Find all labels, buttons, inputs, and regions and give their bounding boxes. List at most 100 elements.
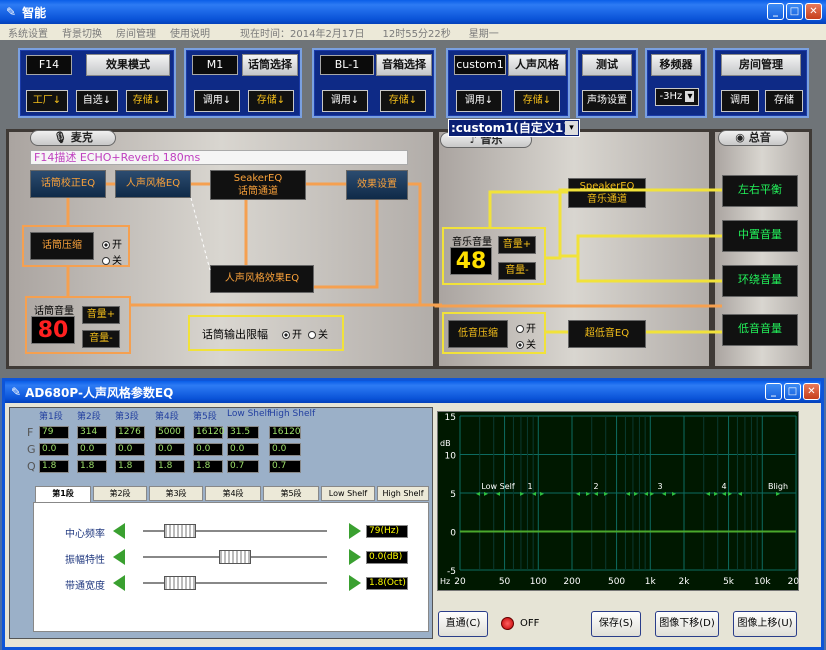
- param-g-field[interactable]: 0.0: [155, 443, 185, 456]
- mic-save-button[interactable]: 存储↓: [248, 90, 294, 112]
- param-q-field[interactable]: 1.8: [155, 460, 185, 473]
- tab-band-2[interactable]: 第2段: [93, 486, 147, 501]
- sound-field-button[interactable]: 声场设置: [582, 90, 632, 112]
- surround-volume-button[interactable]: 环绕音量: [722, 265, 798, 297]
- arrow-right-icon[interactable]: [349, 575, 361, 591]
- room-save-button[interactable]: 存储: [765, 90, 803, 112]
- arrow-left-icon[interactable]: [113, 549, 125, 565]
- bass-compressor-button[interactable]: 低音压缩: [448, 320, 508, 348]
- bypass-button[interactable]: 直通(C): [438, 611, 488, 637]
- band-marker-tick: ▸: [604, 489, 608, 498]
- param-g-field[interactable]: 0.0: [227, 443, 259, 456]
- dialog-minimize-button[interactable]: _: [765, 383, 782, 400]
- music-vol-up-button[interactable]: 音量+: [498, 236, 536, 254]
- voice-preset-dropdown[interactable]: :custom1(自定义1) ▾: [448, 119, 580, 137]
- slider-knob[interactable]: [163, 576, 196, 590]
- mic-channel-eq-button[interactable]: SeakerEQ 话筒通道: [210, 170, 306, 200]
- freq-shift-select[interactable]: -3Hz ▾: [655, 88, 699, 106]
- tab-band-1[interactable]: 第1段: [35, 486, 91, 502]
- bass-volume-button[interactable]: 低音音量: [722, 314, 798, 346]
- param-f-field[interactable]: 79: [39, 426, 69, 439]
- param-q-field[interactable]: 0.7: [269, 460, 301, 473]
- param-q-field[interactable]: 1.8: [39, 460, 69, 473]
- limit-off-label: 关: [318, 330, 328, 341]
- voice-style-eq-button[interactable]: 人声风格EQ: [115, 170, 191, 198]
- image-up-button[interactable]: 图像上移(U): [733, 611, 797, 637]
- dialog-close-button[interactable]: ✕: [803, 383, 820, 400]
- slider-label: 振幅特性: [65, 555, 105, 566]
- mic-vol-down-button[interactable]: 音量-: [82, 330, 120, 348]
- slider-knob[interactable]: [219, 550, 251, 564]
- effect-mode-box: F14 效果模式 工厂↓ 自选↓ 存储↓: [18, 48, 176, 118]
- arrow-right-icon[interactable]: [349, 523, 361, 539]
- mic-compressor-button[interactable]: 话筒压缩: [30, 232, 94, 260]
- param-q-field[interactable]: 1.8: [193, 460, 223, 473]
- limit-on[interactable]: 开: [282, 326, 302, 341]
- mic-eq-button[interactable]: 话筒校正EQ: [30, 170, 106, 198]
- dialog-maximize-button[interactable]: □: [784, 383, 801, 400]
- param-q-field[interactable]: 1.8: [115, 460, 145, 473]
- param-f-field[interactable]: 16120: [193, 426, 225, 439]
- tab-band-5[interactable]: 第5段: [263, 486, 319, 501]
- param-f-field[interactable]: 16120: [269, 426, 301, 439]
- room-load-button[interactable]: 调用: [721, 90, 759, 112]
- bass-comp-on[interactable]: 开: [516, 320, 536, 335]
- speaker-save-button[interactable]: 存储↓: [380, 90, 426, 112]
- menu-system[interactable]: 系统设置: [8, 25, 48, 40]
- freq-shift-value: -3Hz: [659, 91, 683, 102]
- y-axis-label: dB: [440, 439, 451, 448]
- param-f-field[interactable]: 31.5: [227, 426, 259, 439]
- tab-band-3[interactable]: 第3段: [149, 486, 203, 501]
- band-header: 第4段: [155, 412, 179, 422]
- menu-background[interactable]: 背景切换: [62, 25, 102, 40]
- row-label-f: F: [27, 426, 34, 439]
- current-date: 现在时间：2014年2月17日: [240, 28, 365, 40]
- mic-comp-on[interactable]: 开: [102, 236, 122, 251]
- param-g-field[interactable]: 0.0: [269, 443, 301, 456]
- menu-help[interactable]: 使用说明: [170, 25, 210, 40]
- arrow-left-icon[interactable]: [113, 523, 125, 539]
- voice-style-effect-eq-button[interactable]: 人声风格效果EQ: [210, 265, 314, 293]
- app-icon: ✎: [6, 5, 17, 19]
- param-g-field[interactable]: 0.0: [115, 443, 145, 456]
- speaker-load-button[interactable]: 调用↓: [322, 90, 368, 112]
- save-button[interactable]: 保存(S): [591, 611, 641, 637]
- subwoofer-eq-button[interactable]: 超低音EQ: [568, 320, 646, 348]
- limit-off[interactable]: 关: [308, 326, 328, 341]
- mic-comp-off[interactable]: 关: [102, 252, 122, 267]
- param-f-field[interactable]: 5000: [155, 426, 185, 439]
- voice-load-button[interactable]: 调用↓: [456, 90, 502, 112]
- param-g-field[interactable]: 0.0: [39, 443, 69, 456]
- music-channel-eq-button[interactable]: SpeakerEQ 音乐通道: [568, 178, 646, 208]
- center-volume-button[interactable]: 中置音量: [722, 220, 798, 252]
- bass-comp-off[interactable]: 关: [516, 336, 536, 351]
- mic-vol-up-button[interactable]: 音量+: [82, 306, 120, 324]
- param-q-field[interactable]: 0.7: [227, 460, 259, 473]
- factory-button[interactable]: 工厂↓: [26, 90, 68, 112]
- menubar: 系统设置 背景切换 房间管理 使用说明 现在时间：2014年2月17日 12时5…: [0, 24, 826, 40]
- slider-knob[interactable]: [163, 524, 196, 538]
- tab-band-4[interactable]: 第4段: [205, 486, 261, 501]
- balance-button[interactable]: 左右平衡: [722, 175, 798, 207]
- minimize-button[interactable]: _: [767, 3, 784, 20]
- param-q-field[interactable]: 1.8: [77, 460, 107, 473]
- mic-load-button[interactable]: 调用↓: [194, 90, 240, 112]
- voice-save-button[interactable]: 存储↓: [514, 90, 560, 112]
- effect-settings-button[interactable]: 效果设置: [346, 170, 408, 200]
- maximize-button[interactable]: □: [786, 3, 803, 20]
- close-button[interactable]: ✕: [805, 3, 822, 20]
- param-g-field[interactable]: 0.0: [77, 443, 107, 456]
- music-vol-down-button[interactable]: 音量-: [498, 262, 536, 280]
- custom-button[interactable]: 自选↓: [76, 90, 118, 112]
- param-g-field[interactable]: 0.0: [193, 443, 223, 456]
- image-down-button[interactable]: 图像下移(D): [655, 611, 719, 637]
- menu-room[interactable]: 房间管理: [116, 25, 156, 40]
- param-f-field[interactable]: 314: [77, 426, 107, 439]
- tab-band-6[interactable]: Low Shelf: [321, 486, 375, 501]
- tab-band-7[interactable]: High Shelf: [377, 486, 429, 501]
- effect-save-button[interactable]: 存储↓: [126, 90, 168, 112]
- test-button[interactable]: 测试: [582, 54, 632, 76]
- arrow-right-icon[interactable]: [349, 549, 361, 565]
- param-f-field[interactable]: 1276: [115, 426, 145, 439]
- arrow-left-icon[interactable]: [113, 575, 125, 591]
